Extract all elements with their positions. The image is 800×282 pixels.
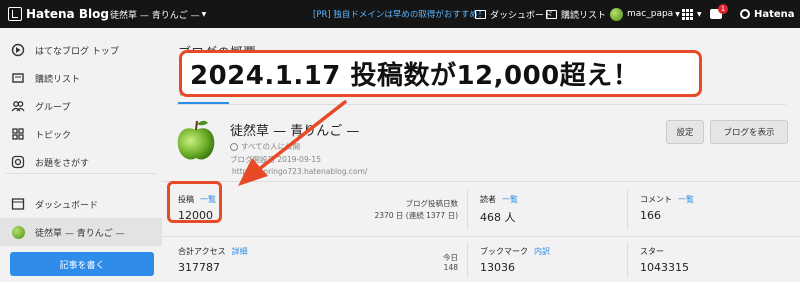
promo-link[interactable]: [PR] 独自ドメインは早めの取得がおすすめ！ <box>313 0 486 28</box>
notification-badge: 1 <box>718 4 728 14</box>
reader-icon <box>11 71 25 85</box>
sidebar-item-find-theme[interactable]: お題をさがす <box>0 148 162 176</box>
notification-icon: 1 <box>710 4 728 19</box>
top-bar: Hatena Blog 徒然草 — 青りんご — ▼ [PR] 独自ドメインは早め… <box>0 0 800 28</box>
write-article-button[interactable]: 記事を書く <box>10 252 154 276</box>
bookmarks-breakdown-link[interactable]: 内訳 <box>534 247 550 256</box>
stat-post-days-value: 2370 日 (連続 1377 日) <box>374 211 458 220</box>
stat-post-days-label: ブログ投稿日数 <box>405 199 459 208</box>
sidebar-item-reader-list[interactable]: 購読リスト <box>0 64 162 92</box>
readers-value: 468 人 <box>480 211 516 224</box>
stat-readers: 読者 一覧 468 人 <box>480 195 518 224</box>
stat-stars: スター 1043315 <box>640 247 689 274</box>
access-value: 317787 <box>178 261 220 274</box>
reader-list-icon <box>546 9 557 19</box>
stars-value: 1043315 <box>640 261 689 274</box>
dashboard-icon <box>11 197 25 211</box>
visibility: すべての人に公開 <box>230 141 300 152</box>
user-avatar <box>610 7 623 21</box>
readers-list-link[interactable]: 一覧 <box>502 195 518 204</box>
bookmarks-value: 13036 <box>480 261 515 274</box>
chevron-down-icon: ▼ <box>675 10 680 18</box>
blog-name: 徒然草 — 青りんご — <box>230 124 360 139</box>
access-detail-link[interactable]: 詳細 <box>232 247 248 256</box>
group-icon <box>11 99 25 113</box>
reader-list-link[interactable]: 購読リスト <box>546 0 606 28</box>
blog-avatar-icon <box>11 225 25 239</box>
blog-opened-date: ブログ開設日 2019-09-15 <box>230 155 321 164</box>
stat-comments: コメント 一覧 166 <box>640 195 694 222</box>
chevron-down-icon: ▼ <box>201 10 207 18</box>
sidebar-item-dashboard[interactable]: ダッシュボード <box>0 190 162 218</box>
announcement-headline: 2024.1.17 投稿数が12,000超え！ <box>190 61 640 91</box>
stat-today-value: 148 <box>443 263 458 272</box>
hatena-blog-logo-icon <box>8 7 22 21</box>
comments-list-link[interactable]: 一覧 <box>678 195 694 204</box>
apps-menu[interactable]: ▼ <box>682 0 702 28</box>
blog-switcher[interactable]: 徒然草 — 青りんご — ▼ <box>110 0 206 28</box>
hatena-menu[interactable]: Hatena <box>740 0 795 28</box>
topic-icon <box>11 127 25 141</box>
dashboard-link[interactable]: ダッシュボード <box>475 0 553 28</box>
globe-icon <box>230 142 238 151</box>
stats-divider-top <box>162 181 800 182</box>
hatena-icon <box>740 9 750 19</box>
sidebar: はてなブログ トップ 購読リスト グループ トピック お題をさがす ダッシュボー… <box>0 28 162 282</box>
stats-divider-mid <box>162 236 800 237</box>
blog-url[interactable]: https://aoringo723.hatenablog.com/ <box>232 167 367 176</box>
hatena-blog-logo[interactable]: Hatena Blog <box>8 0 109 28</box>
posts-highlight-box <box>167 181 222 223</box>
dashboard-icon <box>475 9 486 19</box>
comments-value: 166 <box>640 209 661 222</box>
settings-button[interactable]: 設定 <box>666 120 704 144</box>
user-menu[interactable]: mac_papa ▼ <box>610 0 680 28</box>
announcement-overlay: 2024.1.17 投稿数が12,000超え！ <box>179 50 702 97</box>
tab-divider <box>176 104 786 105</box>
view-blog-button[interactable]: ブログを表示 <box>710 120 788 144</box>
sidebar-divider <box>6 173 156 174</box>
sidebar-item-blog-top[interactable]: はてなブログ トップ <box>0 36 162 64</box>
sidebar-item-blog[interactable]: 徒然草 — 青りんご — <box>0 218 162 246</box>
blog-avatar <box>177 120 215 160</box>
stat-bookmarks: ブックマーク 内訳 13036 <box>480 247 550 274</box>
apps-grid-icon <box>682 8 693 20</box>
sidebar-item-topics[interactable]: トピック <box>0 120 162 148</box>
theme-icon <box>11 155 25 169</box>
stat-total-access: 合計アクセス 詳細 317787 <box>178 247 248 274</box>
notifications-button[interactable]: 1 <box>710 0 728 28</box>
sidebar-item-groups[interactable]: グループ <box>0 92 162 120</box>
stat-today-label: 今日 <box>443 253 458 262</box>
home-icon <box>11 43 25 57</box>
